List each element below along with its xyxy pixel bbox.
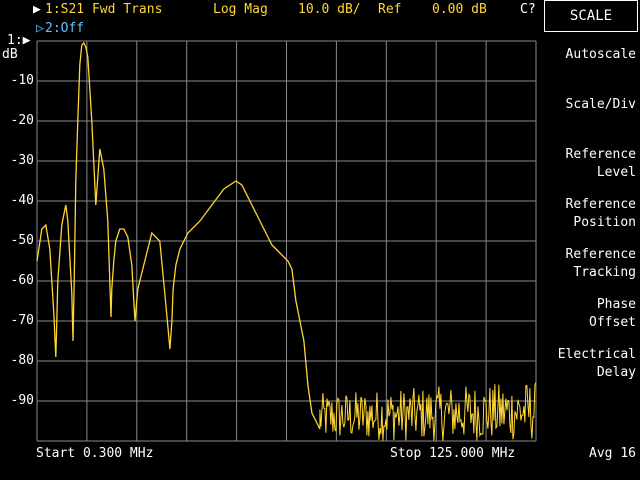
- averaging-status: Avg 16: [589, 446, 636, 461]
- trace1-noise-floor: [319, 382, 537, 441]
- start-frequency-label: Start 0.300 MHz: [36, 446, 154, 461]
- trace1-line: [36, 41, 321, 430]
- vna-screen: ▶ 1:S21 Fwd Trans Log Mag 10.0 dB/ Ref 0…: [0, 0, 640, 480]
- softkey-phase-offset[interactable]: Phase Offset: [544, 296, 636, 332]
- trace-plot[interactable]: [0, 0, 640, 480]
- softkey-reference-position[interactable]: Reference Position: [544, 196, 636, 232]
- softkey-electrical-delay[interactable]: Electrical Delay: [544, 346, 636, 382]
- softkey-reference-tracking[interactable]: Reference Tracking: [544, 246, 636, 282]
- softkey-scale-div[interactable]: Scale/Div: [544, 96, 636, 114]
- softkey-autoscale[interactable]: Autoscale: [544, 46, 636, 64]
- scale-menu-title: SCALE: [544, 0, 638, 32]
- softkey-reference-level[interactable]: Reference Level: [544, 146, 636, 182]
- stop-frequency-label: Stop 125.000 MHz: [390, 446, 516, 461]
